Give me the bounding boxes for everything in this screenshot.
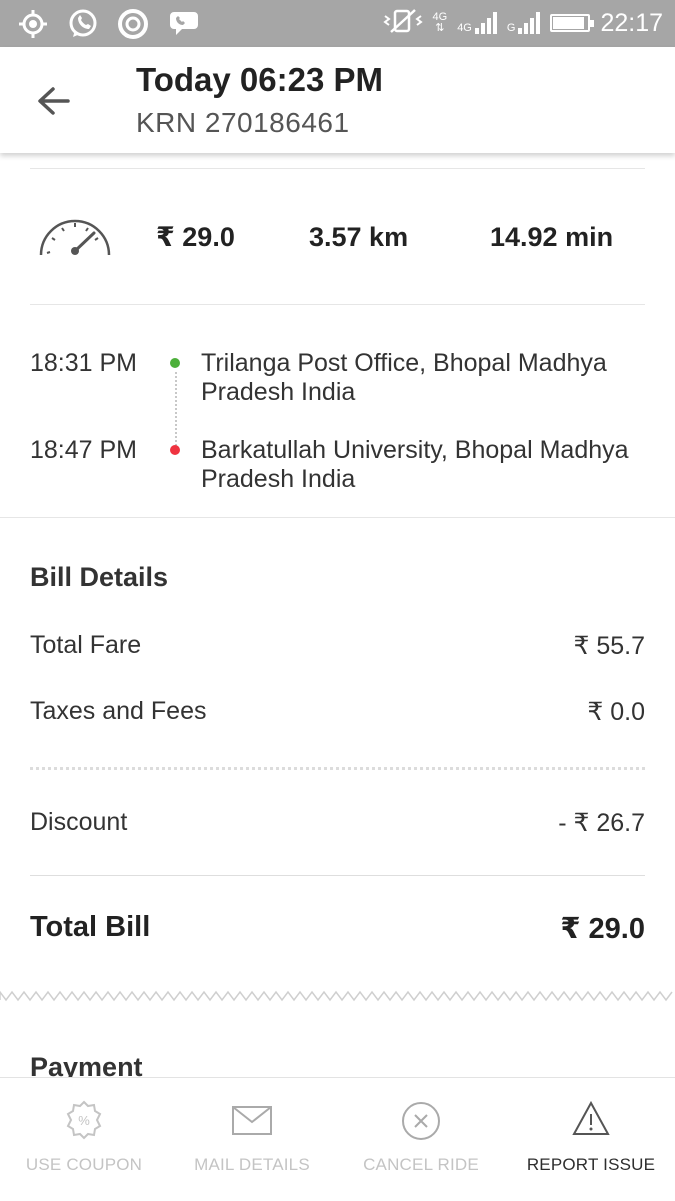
cancel-icon — [402, 1102, 440, 1140]
use-coupon-button[interactable]: % USE COUPON — [0, 1078, 168, 1201]
speedometer-icon — [39, 219, 111, 256]
pickup-time: 18:31 PM — [30, 349, 138, 377]
sync-icon — [116, 7, 150, 41]
network-type-text: 4G — [432, 11, 448, 23]
route-line — [175, 372, 177, 446]
total-fare-value: ₹ 55.7 — [573, 632, 645, 660]
ride-duration: 14.92 min — [490, 222, 614, 252]
ride-distance: 3.57 km — [309, 222, 409, 252]
drop-time: 18:47 PM — [30, 436, 138, 464]
signal-bars-icon-2 — [518, 12, 541, 34]
total-fare-label: Total Fare — [30, 631, 142, 659]
receipt-edge — [0, 990, 673, 1002]
signal-2: G — [507, 12, 541, 34]
divider — [30, 304, 645, 305]
mail-details-label: MAIL DETAILS — [194, 1155, 310, 1174]
mail-icon — [232, 1106, 272, 1135]
discount-label: Discount — [30, 808, 128, 836]
network-4g-label: 4G ⇅ — [432, 11, 448, 34]
pickup-dot — [170, 358, 180, 368]
divider — [30, 875, 645, 876]
network-type-text-3: G — [506, 22, 516, 34]
use-coupon-label: USE COUPON — [25, 1155, 143, 1174]
warning-icon — [572, 1100, 610, 1135]
location-icon — [16, 7, 50, 41]
app-header: Today 06:23 PM KRN 270186461 — [0, 47, 675, 153]
signal-bars-icon — [474, 12, 497, 34]
ride-fare: ₹ 29.0 — [156, 222, 235, 252]
back-arrow-icon — [38, 87, 70, 115]
drop-address: Barkatullah University, Bhopal Madhya Pr… — [201, 436, 629, 493]
divider — [30, 168, 645, 169]
total-bill-value: ₹ 29.0 — [560, 913, 645, 945]
signal-1: 4G — [457, 12, 497, 34]
page-title: Today 06:23 PM — [136, 61, 383, 98]
bill-details-title: Bill Details — [30, 562, 169, 592]
report-issue-button[interactable]: REPORT ISSUE — [507, 1078, 675, 1201]
cancel-ride-button[interactable]: CANCEL RIDE — [337, 1078, 505, 1201]
total-bill-label: Total Bill — [30, 911, 151, 943]
svg-text:%: % — [78, 1113, 90, 1128]
bottom-action-bar: % USE COUPON MAIL DETAILS CANCEL RIDE RE… — [0, 1077, 675, 1201]
system-indicators: 4G ⇅ 4G G 22:17 — [382, 8, 663, 39]
taxes-label: Taxes and Fees — [30, 697, 207, 725]
battery-level — [553, 17, 585, 29]
status-bar: 4G ⇅ 4G G 22:17 — [0, 0, 675, 47]
report-issue-label: REPORT ISSUE — [526, 1155, 656, 1174]
coupon-icon: % — [66, 1100, 102, 1140]
drop-dot — [170, 445, 180, 455]
battery-icon — [550, 14, 595, 32]
pickup-address: Trilanga Post Office, Bhopal Madhya Prad… — [201, 349, 607, 406]
ride-id: KRN 270186461 — [136, 107, 350, 138]
chat-icon — [166, 7, 200, 41]
discount-value: - ₹ 26.7 — [558, 809, 645, 837]
notification-icons — [16, 7, 200, 41]
clock: 22:17 — [600, 8, 663, 37]
dotted-divider — [30, 767, 645, 770]
mail-details-button[interactable]: MAIL DETAILS — [168, 1078, 336, 1201]
whatsapp-icon — [66, 7, 100, 41]
taxes-value: ₹ 0.0 — [587, 698, 645, 726]
vibrate-icon — [382, 8, 423, 39]
back-button[interactable] — [34, 81, 74, 121]
divider — [0, 517, 675, 518]
cancel-ride-label: CANCEL RIDE — [363, 1155, 479, 1174]
network-type-text-2: 4G — [457, 22, 472, 34]
